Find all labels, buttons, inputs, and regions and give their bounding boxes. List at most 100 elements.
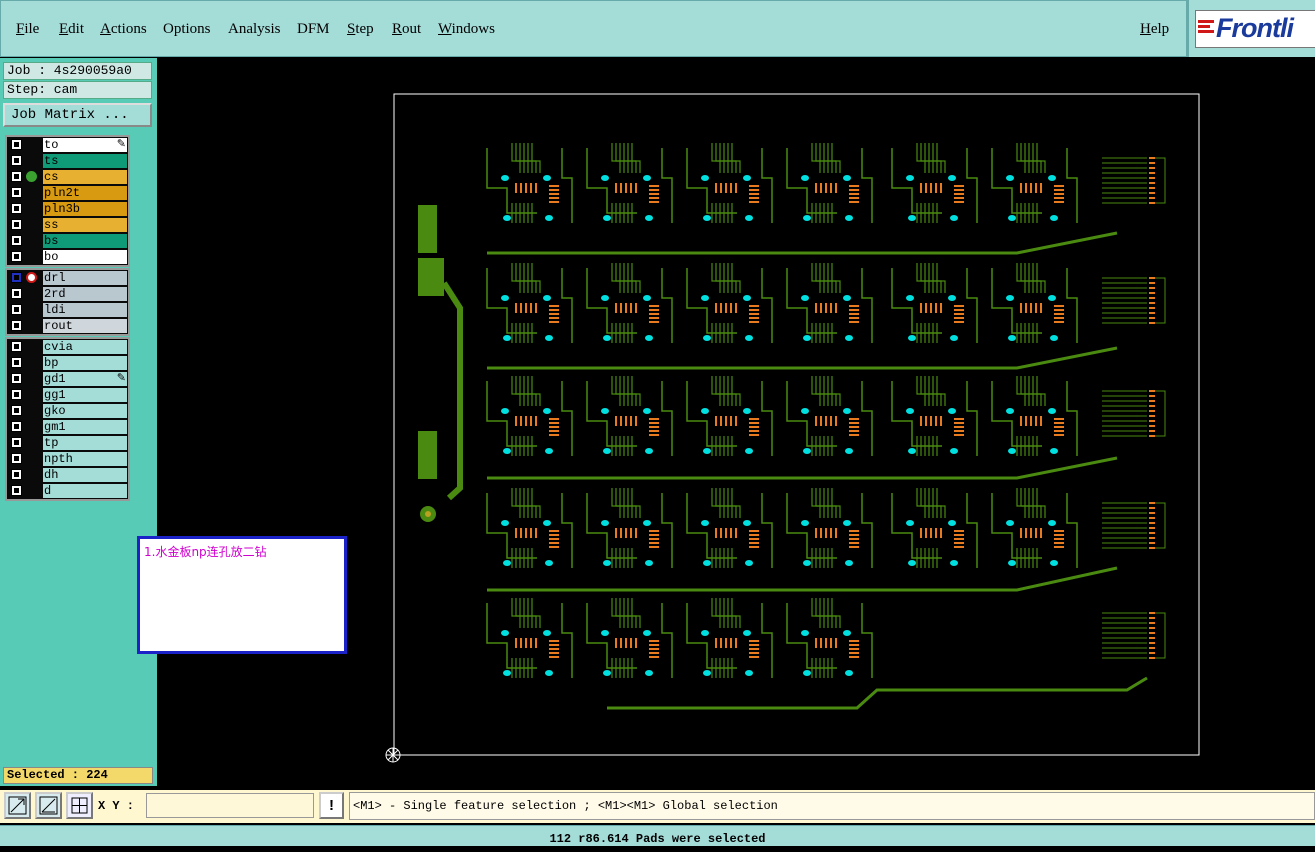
smd-pad — [749, 652, 759, 654]
smd-pad — [920, 528, 922, 538]
smd-pad — [749, 434, 759, 436]
smd-pad — [625, 303, 627, 313]
menu-windows[interactable]: Windows — [438, 21, 495, 38]
layer-row-pln3b[interactable]: pln3b — [7, 201, 128, 217]
xy-input[interactable] — [146, 793, 314, 818]
measure-button[interactable] — [35, 792, 62, 819]
layer-checkbox[interactable] — [11, 405, 22, 416]
layer-name[interactable]: pln3b — [43, 202, 127, 216]
layer-row-dh[interactable]: dh — [7, 467, 128, 483]
layer-checkbox[interactable] — [11, 272, 22, 283]
layer-name[interactable]: gg1 — [43, 388, 127, 402]
layer-row-bs[interactable]: bs — [7, 233, 128, 249]
smd-pad — [1020, 416, 1022, 426]
menu-analysis[interactable]: Analysis — [228, 21, 281, 38]
menu-actions[interactable]: Actions — [100, 21, 147, 38]
layer-name[interactable]: ts — [43, 154, 127, 168]
grid-button[interactable] — [66, 792, 93, 819]
layer-name[interactable]: d — [43, 484, 127, 498]
layer-name[interactable]: gd1 — [43, 372, 127, 386]
layer-checkbox[interactable] — [11, 171, 22, 182]
layer-row-cvia[interactable]: cvia — [7, 339, 128, 355]
layer-row-pln2t[interactable]: pln2t — [7, 185, 128, 201]
graphic-canvas[interactable] — [157, 58, 1315, 788]
layer-checkbox[interactable] — [11, 288, 22, 299]
layer-checkbox[interactable] — [11, 389, 22, 400]
layer-name[interactable]: bp — [43, 356, 127, 370]
layer-name[interactable]: cvia — [43, 340, 127, 354]
layer-row-ss[interactable]: ss — [7, 217, 128, 233]
edge-pad — [1149, 435, 1155, 437]
menu-file[interactable]: File — [16, 21, 39, 38]
layer-checkbox[interactable] — [11, 453, 22, 464]
layer-row-drl[interactable]: drl — [7, 270, 128, 286]
alert-button[interactable]: ! — [319, 792, 344, 819]
menu-edit[interactable]: Edit — [59, 21, 84, 38]
smd-pad — [954, 197, 964, 199]
menu-rout[interactable]: Rout — [392, 21, 421, 38]
menu-help[interactable]: Help — [1140, 21, 1169, 38]
layer-checkbox[interactable] — [11, 203, 22, 214]
layer-name[interactable]: tp — [43, 436, 127, 450]
smd-pad — [730, 528, 732, 538]
layer-row-rout[interactable]: rout — [7, 318, 128, 334]
layer-row-tp[interactable]: tp — [7, 435, 128, 451]
layer-checkbox[interactable] — [11, 485, 22, 496]
layer-checkbox[interactable] — [11, 219, 22, 230]
layer-name[interactable]: drl — [43, 271, 127, 285]
layer-checkbox[interactable] — [11, 251, 22, 262]
layer-row-ldi[interactable]: ldi — [7, 302, 128, 318]
layer-name[interactable]: cs — [43, 170, 127, 184]
layer-name[interactable]: 2rd — [43, 287, 127, 301]
zoom-area-button[interactable] — [4, 792, 31, 819]
layer-name[interactable]: dh — [43, 468, 127, 482]
job-matrix-button[interactable]: Job Matrix ... — [3, 103, 152, 127]
fiducial-center — [425, 511, 431, 517]
smd-pad — [620, 638, 622, 648]
edge-pad — [1149, 317, 1155, 319]
menu-dfm[interactable]: DFM — [297, 21, 330, 38]
layer-checkbox[interactable] — [11, 304, 22, 315]
layer-name[interactable]: rout — [43, 319, 127, 333]
layer-name[interactable]: ss — [43, 218, 127, 232]
via-pad — [703, 215, 711, 221]
smd-pad — [849, 197, 859, 199]
layer-name[interactable]: bs — [43, 234, 127, 248]
layer-checkbox[interactable] — [11, 341, 22, 352]
layer-checkbox[interactable] — [11, 469, 22, 480]
layer-row-gm1[interactable]: gm1 — [7, 419, 128, 435]
layer-checkbox[interactable] — [11, 139, 22, 150]
menu-step[interactable]: Step — [347, 21, 374, 38]
smd-pad — [1054, 546, 1064, 548]
layer-row-ts[interactable]: ts — [7, 153, 128, 169]
layer-checkbox[interactable] — [11, 373, 22, 384]
layer-row-cs[interactable]: cs — [7, 169, 128, 185]
layer-row-bp[interactable]: bp — [7, 355, 128, 371]
layer-checkbox[interactable] — [11, 235, 22, 246]
layer-checkbox[interactable] — [11, 187, 22, 198]
layer-row-gg1[interactable]: gg1 — [7, 387, 128, 403]
layer-checkbox[interactable] — [11, 320, 22, 331]
menu-options[interactable]: Options — [163, 21, 211, 38]
smd-pad — [730, 303, 732, 313]
layer-name[interactable]: ldi — [43, 303, 127, 317]
layer-checkbox[interactable] — [11, 155, 22, 166]
layer-row-to[interactable]: to ✎ — [7, 137, 128, 153]
layer-name[interactable]: npth — [43, 452, 127, 466]
layer-name[interactable]: gm1 — [43, 420, 127, 434]
smd-pad — [825, 303, 827, 313]
layer-checkbox[interactable] — [11, 357, 22, 368]
layer-row-gko[interactable]: gko — [7, 403, 128, 419]
layer-name[interactable]: gko — [43, 404, 127, 418]
layer-name[interactable]: to — [43, 138, 127, 152]
layer-row-bo[interactable]: bo — [7, 249, 128, 265]
note-popup[interactable]: 1.水金板np连孔放二钻 — [137, 536, 347, 654]
layer-checkbox[interactable] — [11, 437, 22, 448]
layer-name[interactable]: pln2t — [43, 186, 127, 200]
layer-row-2rd[interactable]: 2rd — [7, 286, 128, 302]
layer-row-d[interactable]: d — [7, 483, 128, 499]
layer-checkbox[interactable] — [11, 421, 22, 432]
layer-row-gd1[interactable]: gd1 ✎ — [7, 371, 128, 387]
layer-row-npth[interactable]: npth — [7, 451, 128, 467]
layer-name[interactable]: bo — [43, 250, 127, 264]
